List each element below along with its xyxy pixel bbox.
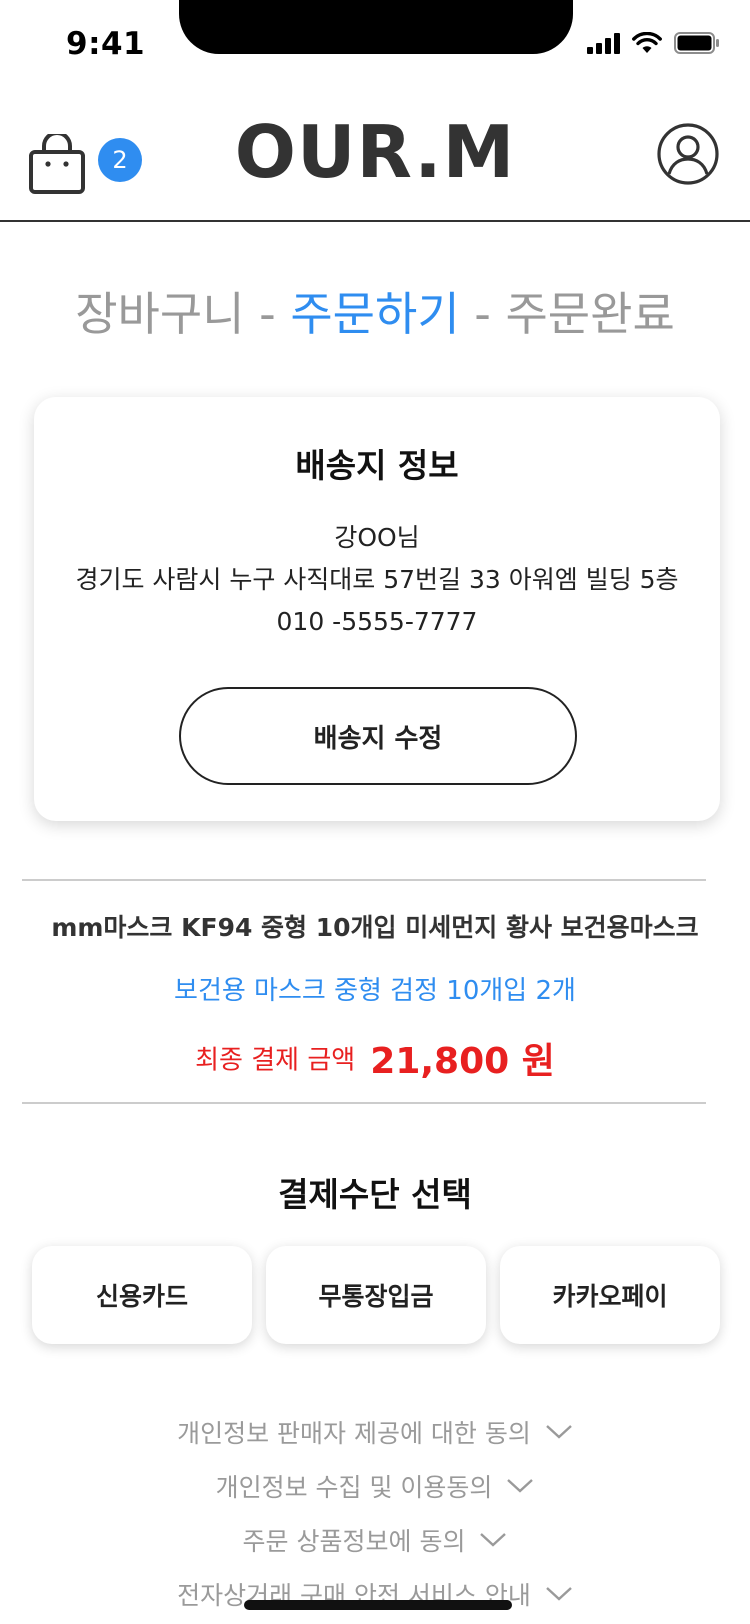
shipping-card: 배송지 정보 강OO님 경기도 사람시 누구 사직대로 57번길 33 아워엠 … [34, 397, 720, 821]
agreement-label: 개인정보 수집 및 이용동의 [215, 1473, 493, 1502]
step-separator: - [459, 287, 506, 341]
order-page: 9:41 2 OUR.M 장바구니 - 주문하기 - 주문완료 배송지 정보 강… [0, 0, 750, 1624]
order-steps: 장바구니 - 주문하기 - 주문완료 [0, 278, 750, 344]
status-bar: 9:41 [0, 0, 750, 92]
step-cart: 장바구니 [75, 287, 245, 341]
agreement-item[interactable]: 주문 상품정보에 동의 [0, 1513, 750, 1567]
device-notch [179, 0, 573, 54]
total-price-row: 최종 결제 금액 21,800 원 [0, 1032, 750, 1084]
agreement-item[interactable]: 개인정보 판매자 제공에 대한 동의 [0, 1405, 750, 1459]
wifi-icon [632, 32, 662, 53]
divider [22, 1102, 706, 1104]
recipient-phone: 010 -5555-7777 [276, 607, 478, 636]
app-header: 2 OUR.M [0, 100, 750, 222]
status-icons [587, 32, 720, 54]
agreement-item[interactable]: 전자상거래 구매 안전 서비스 안내 [0, 1567, 750, 1621]
step-order: 주문하기 [290, 287, 460, 341]
total-price-label: 최종 결제 금액 [195, 1045, 356, 1076]
pay-credit-card-button[interactable]: 신용카드 [32, 1246, 252, 1344]
battery-icon [674, 32, 719, 54]
agreement-list: 개인정보 판매자 제공에 대한 동의 개인정보 수집 및 이용동의 주문 상품정… [0, 1405, 750, 1621]
brand-logo[interactable]: OUR.M [0, 110, 750, 194]
profile-icon [657, 123, 719, 185]
home-indicator[interactable] [244, 1600, 512, 1610]
edit-shipping-button[interactable]: 배송지 수정 [179, 687, 577, 785]
agreement-label: 주문 상품정보에 동의 [242, 1527, 466, 1556]
product-name: mm마스크 KF94 중형 10개입 미세먼지 황사 보건용마스크 [51, 913, 699, 942]
profile-button[interactable] [656, 122, 722, 188]
chevron-down-icon [507, 1479, 534, 1493]
shipping-title: 배송지 정보 [295, 446, 459, 485]
chevron-down-icon [480, 1533, 507, 1547]
shipping-address: 경기도 사람시 누구 사직대로 57번길 33 아워엠 빌딩 5층 [75, 565, 679, 594]
total-price-amount: 21,800 원 [370, 1041, 555, 1082]
chevron-down-icon [546, 1587, 572, 1601]
shipping-info: 강OO님 경기도 사람시 누구 사직대로 57번길 33 아워엠 빌딩 5층 0… [34, 517, 720, 643]
step-complete: 주문완료 [505, 287, 675, 341]
agreement-item[interactable]: 개인정보 수집 및 이용동의 [0, 1459, 750, 1513]
pay-kakaopay-button[interactable]: 카카오페이 [500, 1246, 720, 1344]
product-option: 보건용 마스크 중형 검정 10개입 2개 [174, 976, 576, 1006]
payment-methods: 신용카드 무통장입금 카카오페이 [32, 1246, 720, 1344]
step-separator: - [244, 287, 291, 341]
pay-bank-transfer-button[interactable]: 무통장입금 [266, 1246, 486, 1344]
agreement-label: 개인정보 판매자 제공에 대한 동의 [177, 1419, 531, 1448]
divider [22, 879, 706, 881]
recipient-name: 강OO님 [334, 523, 420, 552]
signal-icon [587, 32, 620, 54]
payment-title: 결제수단 선택 [278, 1175, 472, 1214]
chevron-down-icon [546, 1425, 572, 1439]
status-time: 9:41 [66, 26, 146, 62]
